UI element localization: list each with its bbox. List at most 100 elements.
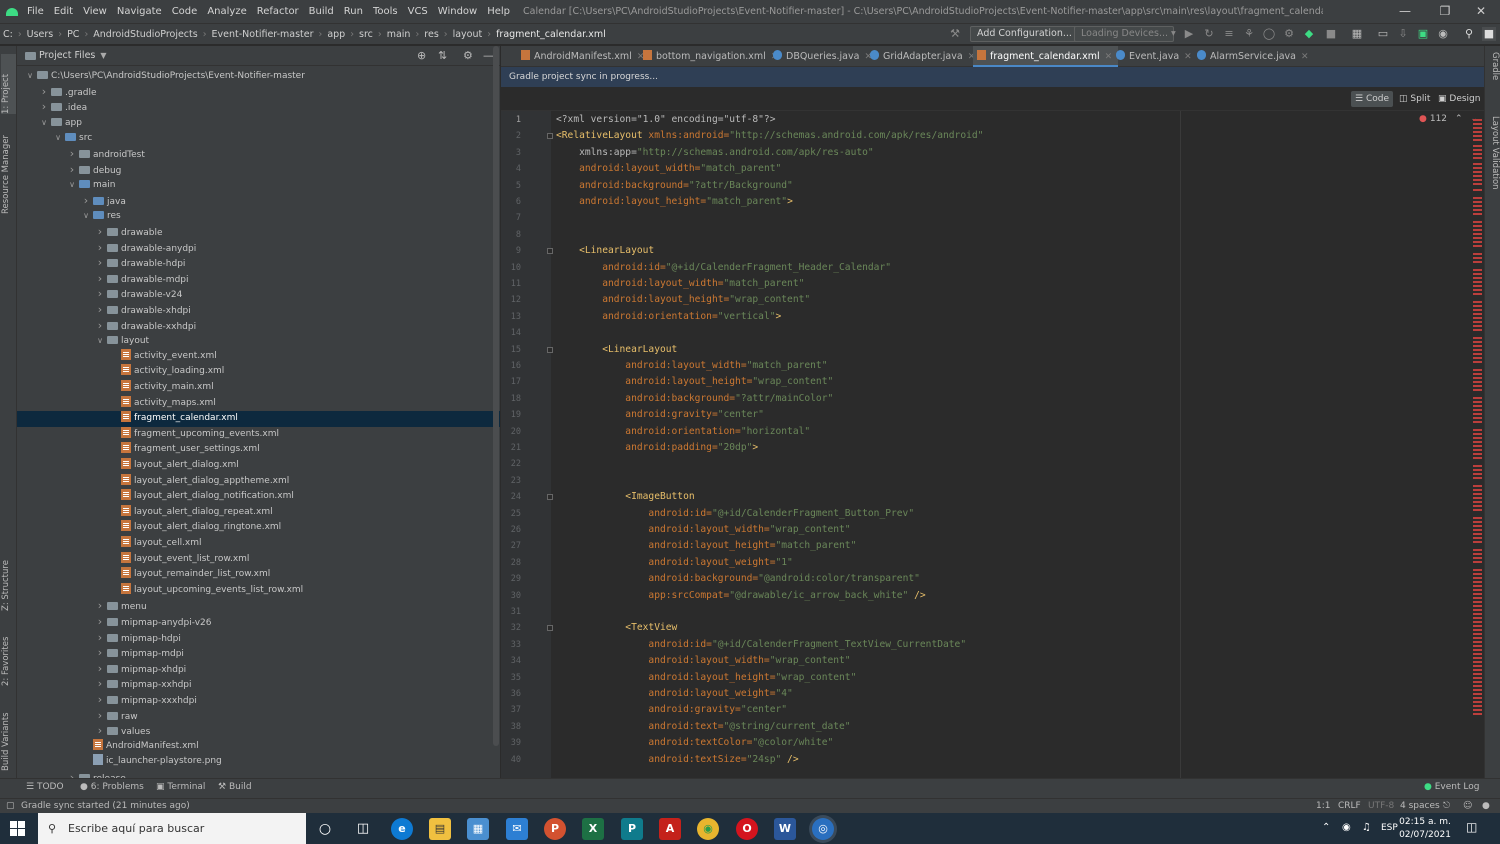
run-icon[interactable]: ▶ <box>1182 27 1196 41</box>
error-stripe-mark[interactable] <box>1473 597 1482 599</box>
error-stripe-mark[interactable] <box>1473 261 1482 263</box>
error-stripe-mark[interactable] <box>1473 385 1482 387</box>
locate-icon[interactable]: ⊕ <box>417 49 426 62</box>
search-icon[interactable]: ⚲ <box>1462 27 1476 41</box>
language-indicator[interactable]: ESP <box>1381 823 1398 833</box>
opera-icon[interactable]: O <box>736 818 758 840</box>
breadcrumb-item[interactable]: Event-Notifier-master <box>209 29 317 40</box>
line-separator[interactable]: CRLF <box>1338 799 1361 813</box>
close-window-button[interactable]: ✕ <box>1462 0 1500 23</box>
error-stripe-mark[interactable] <box>1473 649 1482 651</box>
tree-file[interactable]: fragment_calendar.xml <box>17 411 500 427</box>
tab-gradle[interactable]: Gradle <box>1487 52 1500 102</box>
fold-marker-icon[interactable] <box>547 346 553 353</box>
error-stripe-mark[interactable] <box>1473 693 1482 695</box>
error-stripe-mark[interactable] <box>1473 441 1482 443</box>
design-mode-button[interactable]: ▣ Design <box>1434 91 1484 107</box>
fold-marker-icon[interactable] <box>547 248 553 255</box>
error-stripe-mark[interactable] <box>1473 281 1482 283</box>
error-stripe-mark[interactable] <box>1473 641 1482 643</box>
error-stripe-mark[interactable] <box>1473 409 1482 411</box>
error-stripe-mark[interactable] <box>1473 569 1482 571</box>
chevron-right-icon[interactable]: › <box>95 630 105 646</box>
word-icon[interactable]: W <box>774 818 796 840</box>
chevron-right-icon[interactable]: › <box>95 318 105 334</box>
status-toggle-icon[interactable]: ▢ <box>6 799 15 813</box>
file-encoding[interactable]: UTF-8 <box>1368 799 1394 813</box>
error-stripe-mark[interactable] <box>1473 469 1482 471</box>
chevron-right-icon[interactable]: › <box>95 708 105 724</box>
editor-tab[interactable]: AndroidManifest.xml ✕ <box>517 46 650 67</box>
error-stripe-mark[interactable] <box>1473 381 1482 383</box>
error-stripe-mark[interactable] <box>1473 301 1482 303</box>
project-scrollbar[interactable] <box>493 46 499 746</box>
breadcrumb-item[interactable]: layout <box>450 29 486 40</box>
error-stripe-mark[interactable] <box>1473 581 1482 583</box>
error-stripe-mark[interactable] <box>1473 421 1482 423</box>
error-stripe-mark[interactable] <box>1473 557 1482 559</box>
volume-icon[interactable]: ♫ <box>1362 822 1371 833</box>
tree-file[interactable]: fragment_user_settings.xml <box>17 442 500 458</box>
error-stripe-mark[interactable] <box>1473 537 1482 539</box>
error-stripe-mark[interactable] <box>1473 233 1482 235</box>
file-explorer-icon[interactable]: ▤ <box>429 818 451 840</box>
error-stripe-mark[interactable] <box>1473 601 1482 603</box>
error-stripe-mark[interactable] <box>1473 677 1482 679</box>
error-stripe-mark[interactable] <box>1473 593 1482 595</box>
error-stripe-mark[interactable] <box>1473 253 1482 255</box>
status-message[interactable]: Gradle sync started (21 minutes ago) <box>21 799 190 813</box>
tree-folder[interactable]: › androidTest <box>17 146 500 162</box>
acrobat-icon[interactable]: A <box>659 818 681 840</box>
error-stripe-mark[interactable] <box>1473 345 1482 347</box>
chevron-right-icon[interactable]: › <box>95 302 105 318</box>
debug-icon[interactable]: ⚘ <box>1242 27 1256 41</box>
error-stripe-mark[interactable] <box>1473 277 1482 279</box>
error-stripe-mark[interactable] <box>1473 501 1482 503</box>
error-stripe-mark[interactable] <box>1473 497 1482 499</box>
error-stripe-mark[interactable] <box>1473 669 1482 671</box>
error-stripe-mark[interactable] <box>1473 517 1482 519</box>
device-manager-icon[interactable]: ▭ <box>1376 27 1390 41</box>
error-stripe-mark[interactable] <box>1473 197 1482 199</box>
menu-item-navigate[interactable]: Navigate <box>112 6 167 17</box>
error-stripe-mark[interactable] <box>1473 445 1482 447</box>
error-stripe-mark[interactable] <box>1473 205 1482 207</box>
chevron-right-icon[interactable]: › <box>95 661 105 677</box>
error-stripe-mark[interactable] <box>1473 525 1482 527</box>
error-stripe-mark[interactable] <box>1473 245 1482 247</box>
error-stripe-mark[interactable] <box>1473 135 1482 137</box>
menu-item-file[interactable]: File <box>22 6 49 17</box>
tree-folder[interactable]: ∨ C:\Users\PC\AndroidStudioProjects\Event… <box>17 68 500 84</box>
menu-item-refactor[interactable]: Refactor <box>252 6 304 17</box>
android-studio-taskbar-icon[interactable]: ◎ <box>812 818 834 840</box>
tree-file[interactable]: layout_alert_dialog_repeat.xml <box>17 504 500 521</box>
tree-folder[interactable]: › drawable-hdpi <box>17 255 500 271</box>
tab-problems[interactable]: ● 6: Problems <box>80 782 144 792</box>
error-stripe-mark[interactable] <box>1473 313 1482 315</box>
profile-icon[interactable]: ◯ <box>1262 27 1276 41</box>
error-stripe-mark[interactable] <box>1473 189 1482 191</box>
maximize-button[interactable]: ❐ <box>1426 0 1464 23</box>
error-stripe-mark[interactable] <box>1473 465 1482 467</box>
error-stripe-mark[interactable] <box>1473 689 1482 691</box>
error-stripe-mark[interactable] <box>1473 521 1482 523</box>
tab-structure[interactable]: Z: Structure <box>1 551 16 611</box>
chevron-right-icon[interactable]: › <box>95 255 105 271</box>
chevron-right-icon[interactable]: › <box>67 146 77 162</box>
chevron-right-icon[interactable]: › <box>95 723 105 739</box>
error-stripe-mark[interactable] <box>1473 175 1482 177</box>
chevron-right-icon[interactable]: › <box>39 99 49 115</box>
chevron-right-icon[interactable]: › <box>81 193 91 209</box>
task-view-icon[interactable]: ◫ <box>352 818 374 840</box>
error-stripe-mark[interactable] <box>1473 329 1482 331</box>
error-stripe-mark[interactable] <box>1473 257 1482 259</box>
tree-folder[interactable]: › drawable-v24 <box>17 286 500 302</box>
error-stripe-mark[interactable] <box>1473 477 1482 479</box>
tree-folder[interactable]: › mipmap-xxxhdpi <box>17 692 500 708</box>
tree-folder[interactable]: › java <box>17 193 500 209</box>
error-stripe-mark[interactable] <box>1473 139 1482 141</box>
powerpoint-icon[interactable]: P <box>544 818 566 840</box>
tree-folder[interactable]: ∨ main <box>17 177 500 193</box>
tree-folder[interactable]: ∨ app <box>17 115 500 131</box>
fold-marker-icon[interactable] <box>547 625 553 632</box>
